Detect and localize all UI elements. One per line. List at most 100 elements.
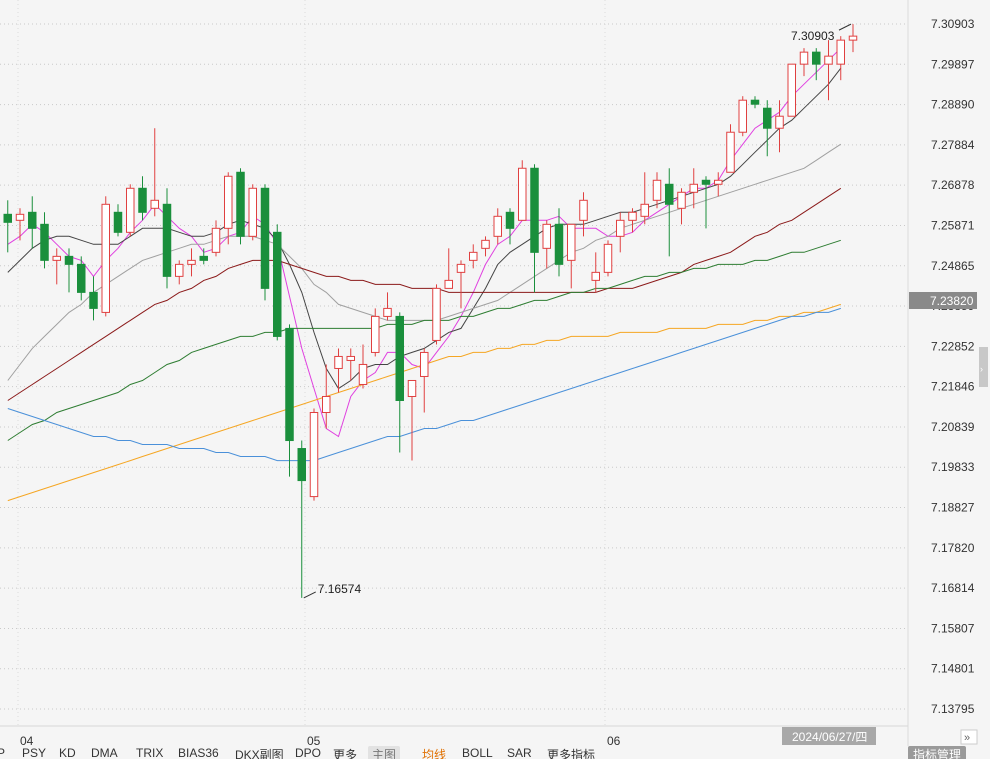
candle-up [175, 263, 184, 277]
candle-up [616, 219, 625, 237]
svg-text:›: › [980, 364, 983, 374]
candle-up [652, 179, 662, 201]
candle-down [763, 107, 772, 129]
date-badge: 2024/06/27/四 [782, 727, 876, 745]
candle-up [579, 199, 588, 221]
tab-boll[interactable]: BOLL [462, 746, 493, 759]
y-tick-label: 7.27884 [931, 138, 975, 152]
candle-down [750, 99, 760, 105]
chart-canvas: 7.30903 7.16574 7.30903 7.29897 7.28890 7.2… [0, 0, 988, 748]
candle-up [469, 251, 478, 261]
tab-dpo[interactable]: DPO [295, 746, 321, 759]
candle-down [273, 231, 282, 337]
candle-up [640, 203, 649, 217]
y-tick-label: 7.21846 [931, 380, 975, 394]
candle-up [346, 355, 355, 361]
y-tick-label: 7.15807 [931, 621, 975, 635]
tab-dma[interactable]: DMA [91, 746, 118, 759]
candle-down [505, 211, 515, 229]
candle-down [285, 327, 294, 442]
candle-down [64, 255, 74, 265]
scroll-right-button[interactable]: » [960, 729, 978, 745]
candle-up [603, 243, 613, 273]
candle-up [420, 351, 429, 377]
y-tick-label: 7.30903 [931, 17, 975, 31]
candle-down [260, 187, 270, 289]
candle-down [665, 183, 674, 205]
y-tick-label: 7.20839 [931, 420, 975, 434]
candle-up [848, 35, 858, 41]
candle-up [309, 412, 319, 498]
candle-down [530, 167, 539, 253]
candle-up [824, 55, 833, 65]
tab-trix[interactable]: TRIX [136, 746, 163, 759]
scroll-handle[interactable]: › [979, 347, 988, 387]
candle-down [236, 171, 245, 237]
candle-up [775, 115, 784, 129]
candle-up [738, 99, 747, 133]
y-tick-label: 7.24865 [931, 259, 975, 273]
tab-bias36[interactable]: BIAS36 [178, 746, 219, 759]
candle-up [444, 279, 453, 289]
candle-down [138, 187, 147, 213]
x-tick-label: 06 [607, 734, 621, 746]
date-label: 2024/06/27/四 [792, 730, 867, 744]
y-tick-label: 7.29897 [931, 57, 975, 71]
tab-dkx[interactable]: DKX副图 [235, 746, 284, 759]
candle-up [211, 227, 221, 253]
scroll-right-icon: » [964, 732, 970, 744]
indicator-management-button[interactable]: 指标管理 [908, 746, 967, 759]
high-annotation: 7.30903 [791, 29, 835, 43]
last-price-tag: 7.23820 [909, 292, 977, 309]
tab-more[interactable]: 更多 [333, 746, 357, 759]
candle-up [591, 271, 600, 281]
candle-up [15, 213, 25, 221]
candle-down [554, 223, 564, 265]
candle-down [89, 291, 98, 309]
candle-up [689, 183, 698, 193]
y-tick-label: 7.26878 [931, 178, 975, 192]
last-price-label: 7.23820 [930, 294, 974, 308]
x-tick-label: 04 [20, 734, 34, 746]
candle-up [714, 179, 723, 185]
candlestick-chart: 7.30903 7.16574 7.30903 7.29897 7.28890 7.2… [0, 0, 990, 759]
tab-sar[interactable]: SAR [507, 746, 532, 759]
candle-up [432, 287, 441, 341]
y-tick-label: 7.13795 [931, 702, 975, 716]
candle-up [150, 199, 159, 209]
candle-up [126, 187, 135, 233]
x-tick-label: 05 [307, 734, 321, 746]
candle-up [493, 215, 502, 237]
candle-down [77, 263, 86, 293]
candle-down [297, 448, 306, 482]
y-tick-label: 7.14801 [931, 662, 975, 676]
candle-up [542, 223, 551, 249]
candle-up [52, 255, 61, 261]
tab-moving-average[interactable]: 均线 [422, 746, 446, 759]
tab-psy[interactable]: PSY [22, 746, 46, 759]
y-tick-label: 7.16814 [931, 581, 975, 595]
candle-up [456, 263, 466, 273]
candle-up [224, 175, 233, 229]
y-tick-label: 7.25871 [931, 218, 975, 232]
candle-up [101, 203, 110, 313]
candle-down [395, 315, 404, 401]
candle-down [40, 223, 49, 261]
more-indicators-button[interactable]: 更多指标 [547, 746, 595, 759]
candle-up [383, 307, 392, 317]
low-annotation: 7.16574 [318, 582, 362, 596]
main-chart-button[interactable]: 主图 [368, 746, 401, 759]
candle-up [518, 167, 527, 221]
y-tick-label: 7.17820 [931, 541, 975, 555]
y-tick-label: 7.18827 [931, 501, 975, 515]
tab-kd[interactable]: KD [59, 746, 76, 759]
candle-up [628, 211, 637, 221]
candle-up [334, 355, 343, 369]
candle-down [701, 179, 711, 185]
candle-up [836, 39, 845, 65]
indicator-toolbar: P PSY KD DMA TRIX BIAS36 DKX副图 DPO 更多 主图… [0, 746, 990, 759]
y-tick-label: 7.19833 [931, 460, 975, 474]
candle-up [187, 259, 196, 265]
candle-up [677, 191, 686, 209]
tab-p[interactable]: P [0, 746, 5, 759]
